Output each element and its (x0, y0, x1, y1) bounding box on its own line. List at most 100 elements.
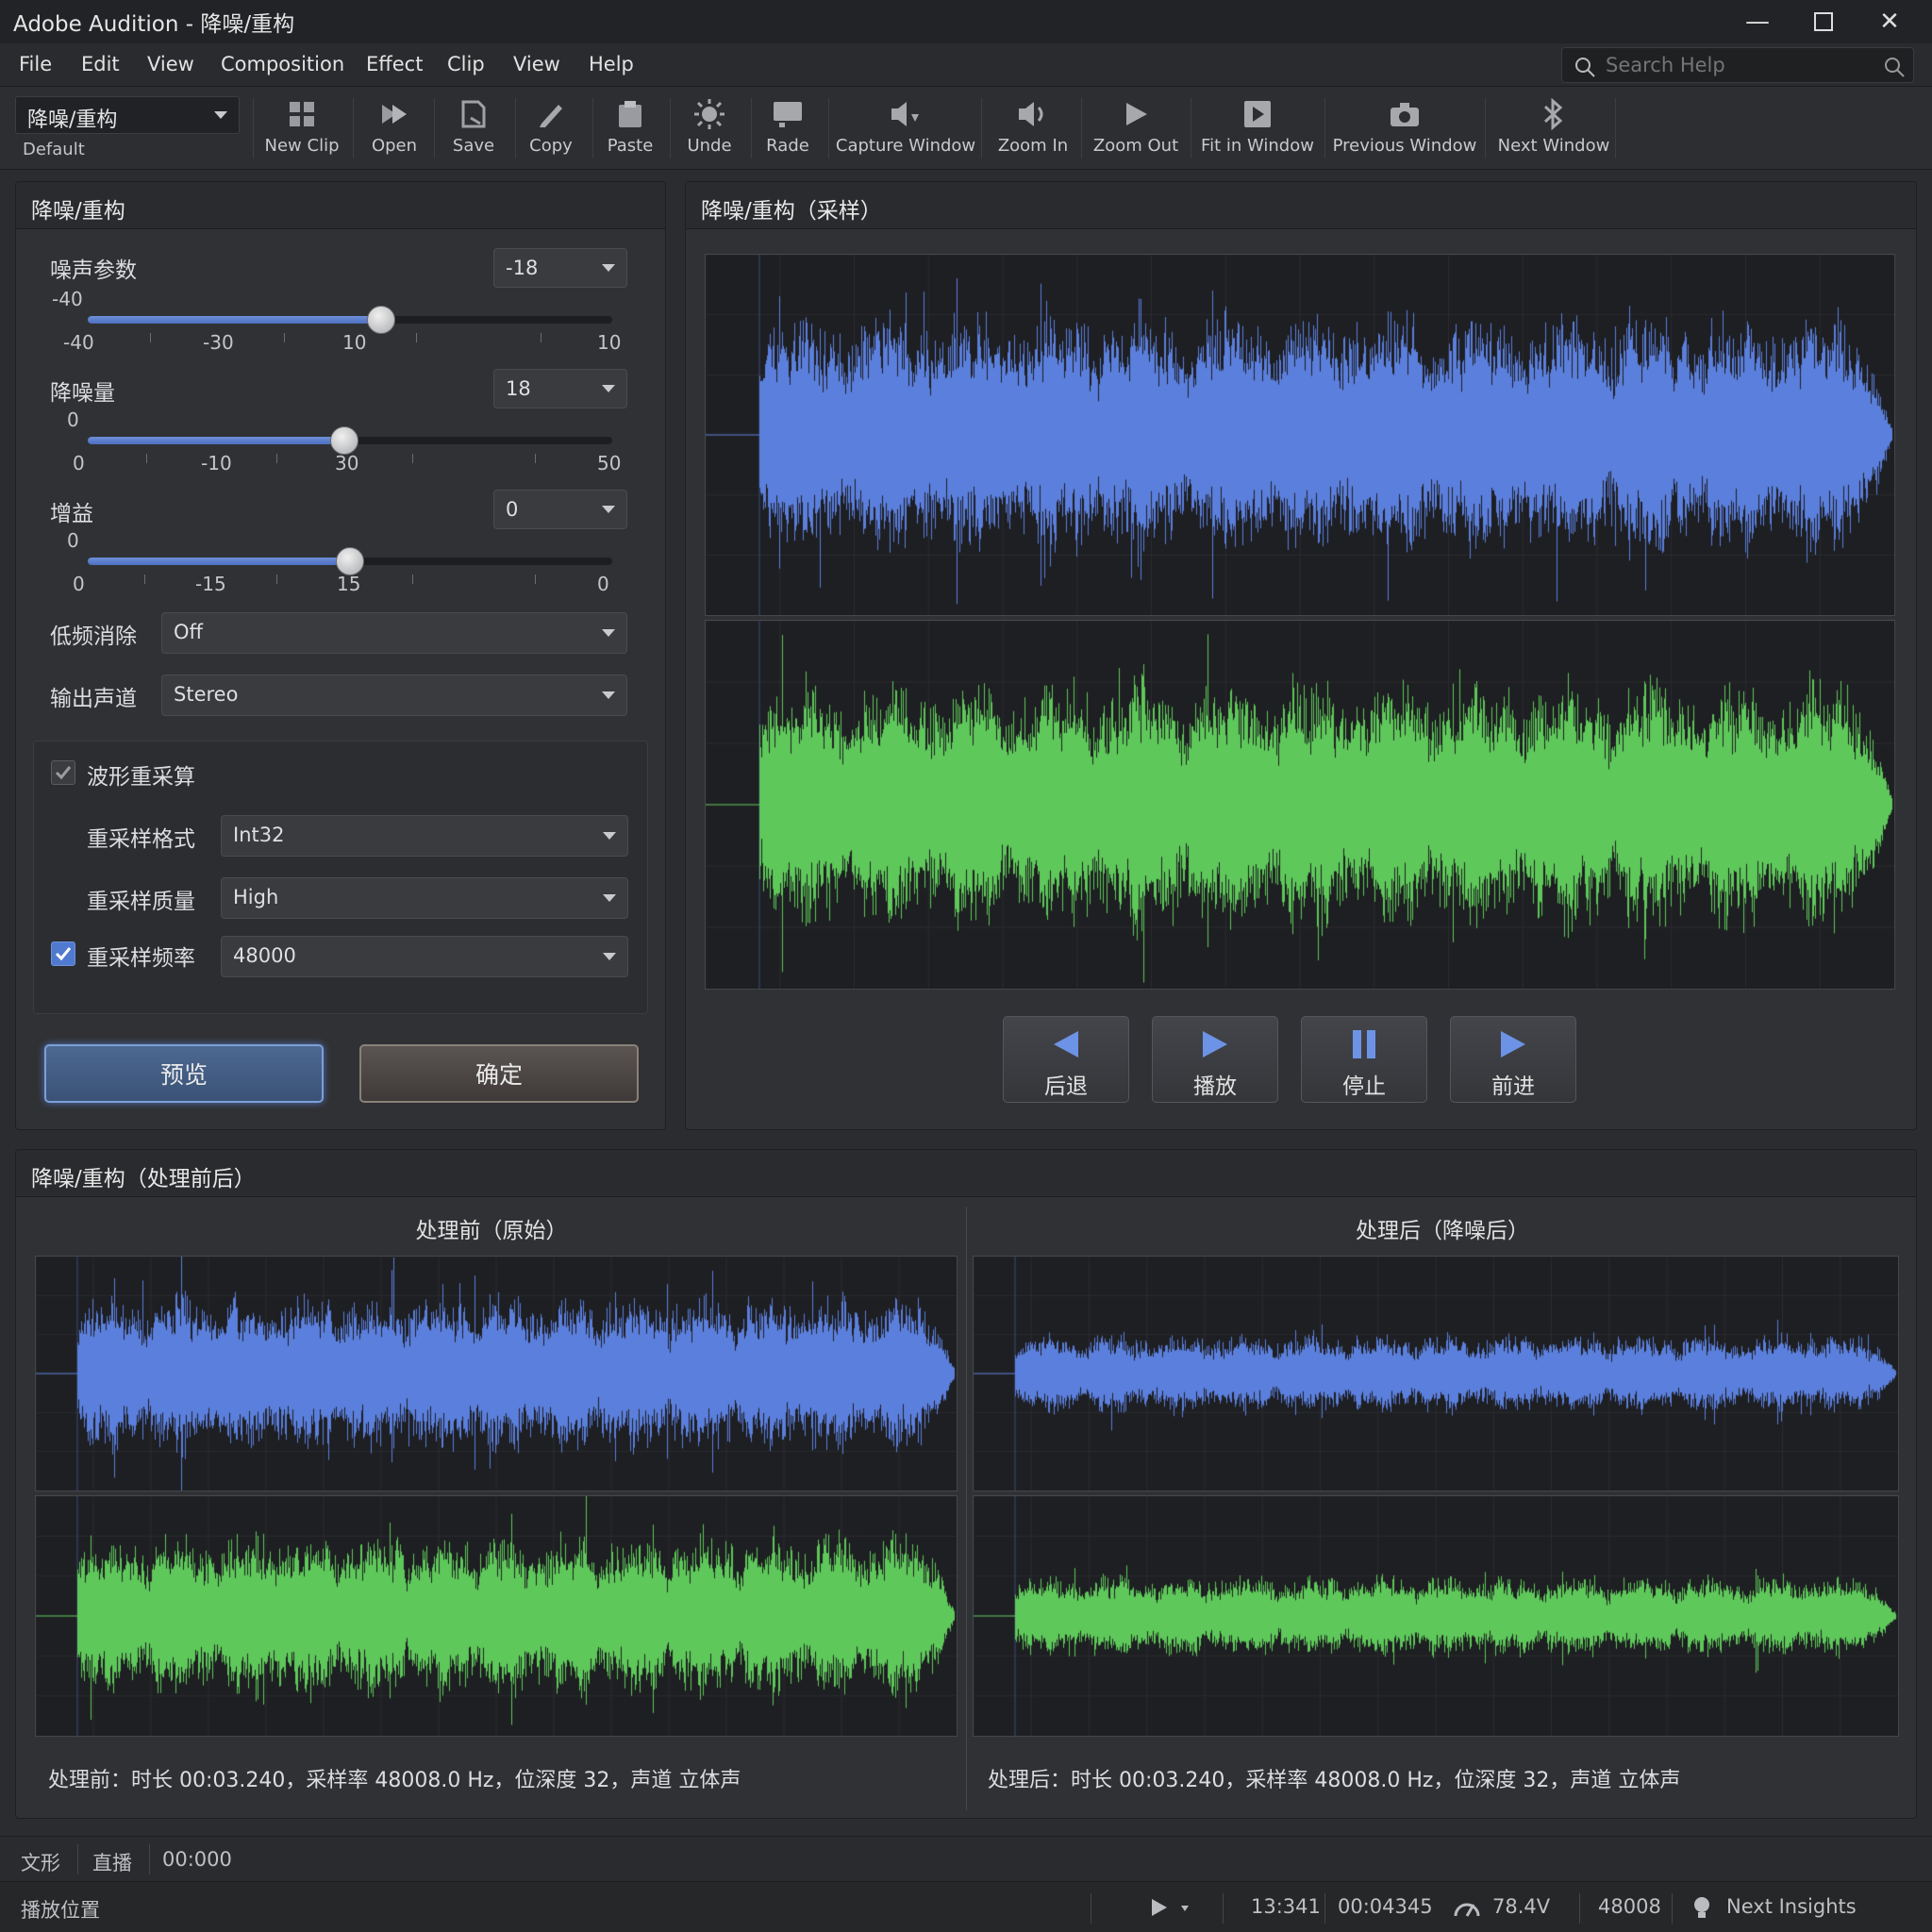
previous-window-button[interactable]: Previous Window (1332, 94, 1477, 166)
noise-param-slider-fill (88, 316, 382, 324)
save-label: Save (452, 136, 495, 156)
save-button[interactable]: Save (443, 94, 504, 166)
menu-file[interactable]: File (19, 53, 52, 75)
effect-panel-header: 降噪/重构 (16, 182, 665, 229)
gain-dropdown[interactable]: 0 (493, 490, 627, 529)
resample-rate-dropdown[interactable]: 48000 (221, 936, 628, 977)
gain-value: 0 (506, 498, 519, 521)
status-live[interactable]: 直播 (92, 1848, 132, 1876)
after-waveform-left[interactable] (973, 1256, 1899, 1491)
play-icon (1126, 103, 1147, 125)
status-hint[interactable]: Next Insights (1726, 1895, 1857, 1918)
before-waveform-left[interactable] (35, 1256, 958, 1491)
rewind-button[interactable]: 后退 (1003, 1016, 1129, 1103)
gain-slider[interactable] (88, 547, 612, 575)
maximize-button[interactable] (1790, 0, 1857, 43)
search-box[interactable] (1561, 47, 1914, 83)
reduction-tick-label: 30 (335, 452, 359, 475)
reduction-dropdown[interactable]: 18 (493, 369, 627, 408)
toolbar-divider (592, 98, 593, 158)
noise-param-dropdown[interactable]: -18 (493, 248, 627, 288)
effect-settings-panel: 降噪/重构 噪声参数 -18 -40 -40 -30 10 10 降噪量 18 … (15, 181, 666, 1130)
play-icon (1203, 1031, 1227, 1058)
lowcut-dropdown[interactable]: Off (161, 612, 627, 654)
forward-button[interactable]: 前进 (1450, 1016, 1576, 1103)
zoom-out-label: Zoom Out (1092, 136, 1179, 156)
menu-effect[interactable]: Effect (366, 53, 423, 75)
toolbar-divider (253, 98, 254, 158)
fit-in-window-button[interactable]: Fit in Window (1198, 94, 1317, 166)
zoom-out-button[interactable]: Zoom Out (1089, 94, 1183, 166)
menu-view-2[interactable]: View (513, 53, 560, 75)
left-channel-waveform (706, 255, 1894, 615)
before-waveform-right[interactable] (35, 1495, 958, 1737)
search-submit-icon[interactable] (1883, 56, 1906, 78)
reduction-slider[interactable] (88, 426, 612, 455)
output-dropdown[interactable]: Stereo (161, 675, 627, 716)
paste-button[interactable]: Paste (600, 94, 660, 166)
undo-label: Unde (687, 136, 732, 156)
minimize-button[interactable]: — (1724, 0, 1790, 43)
preview-button[interactable]: 预览 (44, 1044, 324, 1103)
menu-composition[interactable]: Composition (221, 53, 344, 75)
status-divider (1579, 1893, 1580, 1924)
resample-rate-checkbox[interactable] (51, 941, 75, 966)
minimize-icon: — (1745, 8, 1770, 36)
status-time-2: 00:04345 (1338, 1895, 1433, 1918)
toolbar-divider (353, 98, 354, 158)
gain-slider-handle[interactable] (336, 547, 364, 575)
play-button[interactable]: 播放 (1152, 1016, 1278, 1103)
compare-panel-title: 降噪/重构（处理前后） (31, 1167, 256, 1191)
effect-panel-title: 降噪/重构 (31, 199, 125, 224)
play-icon[interactable] (1149, 1897, 1170, 1918)
after-waveform-right[interactable] (973, 1495, 1899, 1737)
open-label: Open (371, 136, 418, 156)
chevron-down-icon[interactable] (1179, 1903, 1191, 1914)
redo-button[interactable]: Rade (757, 94, 819, 166)
noise-tick-label: -40 (63, 331, 94, 354)
status-mode[interactable]: 文形 (21, 1848, 60, 1876)
zoom-in-button[interactable]: Zoom In (991, 94, 1075, 166)
close-button[interactable]: ✕ (1857, 0, 1923, 43)
speaker-down-icon (891, 102, 919, 126)
search-input[interactable] (1606, 52, 1860, 78)
reduction-slider-handle[interactable] (330, 426, 359, 455)
noise-param-slider[interactable] (88, 306, 612, 334)
open-button[interactable]: Open (364, 94, 425, 166)
capture-window-label: Capture Window (835, 136, 976, 156)
chevron-down-icon (214, 111, 227, 119)
sample-waveform-right[interactable] (705, 620, 1895, 990)
next-window-button[interactable]: Next Window (1492, 94, 1615, 166)
lowcut-label: 低频消除 (50, 625, 137, 649)
noise-param-current: -40 (52, 288, 83, 310)
resample-quality-dropdown[interactable]: High (221, 877, 628, 919)
menu-clip[interactable]: Clip (447, 53, 485, 75)
after-left-waveform (974, 1257, 1898, 1491)
new-clip-button[interactable]: New Clip (265, 94, 340, 166)
resample-format-label: 重采样格式 (87, 827, 195, 852)
ok-button[interactable]: 确定 (359, 1044, 639, 1103)
resample-format-dropdown[interactable]: Int32 (221, 815, 628, 857)
copy-label: Copy (529, 136, 573, 156)
stop-button[interactable]: 停止 (1301, 1016, 1427, 1103)
menu-edit[interactable]: Edit (81, 53, 120, 75)
reduction-label: 降噪量 (50, 381, 115, 406)
after-info: 处理后：时长 00:03.240，采样率 48008.0 Hz，位深度 32，声… (988, 1769, 1681, 1792)
chevron-down-icon (602, 264, 615, 272)
resample-checkbox[interactable] (51, 760, 75, 785)
gain-tick-label: 0 (73, 573, 85, 595)
sample-waveform-left[interactable] (705, 254, 1895, 616)
menu-help[interactable]: Help (589, 53, 634, 75)
preset-dropdown[interactable]: 降噪/重构 (15, 96, 240, 134)
play-label: 播放 (1193, 1074, 1237, 1099)
pause-icon (1353, 1030, 1375, 1058)
toolbar-divider (751, 98, 752, 158)
gain-slider-fill (88, 558, 350, 565)
capture-window-button[interactable]: Capture Window (836, 94, 975, 166)
resample-quality-label: 重采样质量 (87, 890, 195, 914)
menu-view[interactable]: View (147, 53, 194, 75)
undo-button[interactable]: Unde (677, 94, 741, 166)
copy-button[interactable]: Copy (521, 94, 581, 166)
chevron-down-icon (602, 385, 615, 392)
noise-param-slider-handle[interactable] (367, 306, 396, 334)
